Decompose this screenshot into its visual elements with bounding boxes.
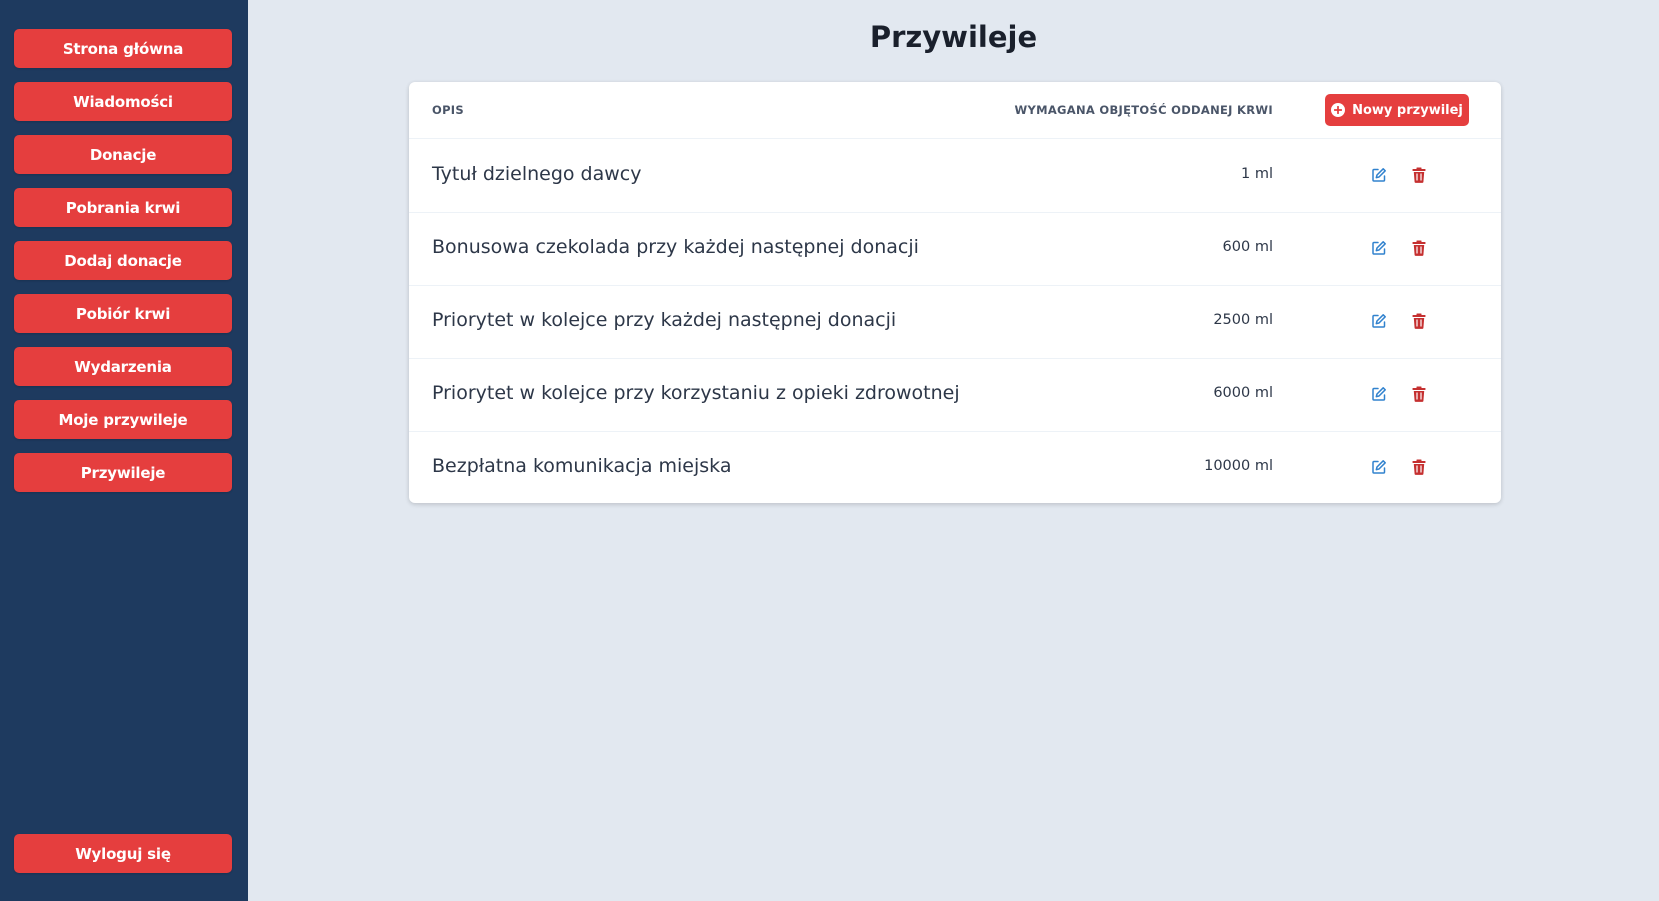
table-row: Priorytet w kolejce przy każdej następne…	[409, 285, 1501, 359]
edit-icon[interactable]	[1369, 311, 1389, 331]
plus-circle-icon	[1331, 103, 1346, 117]
edit-icon[interactable]	[1369, 457, 1389, 477]
nav-item-messages[interactable]: Wiadomości	[14, 82, 232, 121]
privilege-volume: 10000 ml	[1204, 458, 1273, 474]
sidebar: Strona główna Wiadomości Donacje Pobrani…	[0, 0, 248, 901]
table-header: OPIS WYMAGANA OBJĘTOŚĆ ODDANEJ KRWI Nowy…	[409, 82, 1501, 139]
privilege-volume: 1 ml	[1241, 166, 1273, 182]
column-header-volume: WYMAGANA OBJĘTOŚĆ ODDANEJ KRWI	[1014, 103, 1273, 117]
nav-item-add-donation[interactable]: Dodaj donacje	[14, 241, 232, 280]
column-header-description: OPIS	[432, 103, 464, 117]
nav-item-blood-draw[interactable]: Pobiór krwi	[14, 294, 232, 333]
privilege-description: Priorytet w kolejce przy każdej następne…	[432, 309, 897, 331]
privilege-description: Tytuł dzielnego dawcy	[432, 163, 642, 185]
nav-item-home[interactable]: Strona główna	[14, 29, 232, 68]
logout-button[interactable]: Wyloguj się	[14, 834, 232, 873]
nav-item-privileges[interactable]: Przywileje	[14, 453, 232, 492]
new-privilege-button[interactable]: Nowy przywilej	[1325, 94, 1469, 126]
privilege-description: Priorytet w kolejce przy korzystaniu z o…	[432, 382, 960, 404]
privilege-volume: 6000 ml	[1213, 385, 1273, 401]
app: Strona główna Wiadomości Donacje Pobrani…	[0, 0, 1659, 901]
edit-icon[interactable]	[1369, 238, 1389, 258]
trash-icon[interactable]	[1409, 165, 1429, 185]
privilege-description: Bezpłatna komunikacja miejska	[432, 455, 732, 477]
nav-item-blood-draws[interactable]: Pobrania krwi	[14, 188, 232, 227]
nav-item-my-privileges[interactable]: Moje przywileje	[14, 400, 232, 439]
table-row: Bonusowa czekolada przy każdej następnej…	[409, 212, 1501, 286]
privilege-description: Bonusowa czekolada przy każdej następnej…	[432, 236, 919, 258]
privilege-volume: 600 ml	[1222, 239, 1273, 255]
new-privilege-label: Nowy przywilej	[1352, 102, 1463, 118]
table-row: Priorytet w kolejce przy korzystaniu z o…	[409, 358, 1501, 432]
nav-item-events[interactable]: Wydarzenia	[14, 347, 232, 386]
main-content: Przywileje OPIS WYMAGANA OBJĘTOŚĆ ODDANE…	[248, 0, 1659, 901]
edit-icon[interactable]	[1369, 165, 1389, 185]
trash-icon[interactable]	[1409, 238, 1429, 258]
edit-icon[interactable]	[1369, 384, 1389, 404]
privileges-table: OPIS WYMAGANA OBJĘTOŚĆ ODDANEJ KRWI Nowy…	[409, 82, 1501, 503]
nav-item-donations[interactable]: Donacje	[14, 135, 232, 174]
trash-icon[interactable]	[1409, 311, 1429, 331]
privilege-volume: 2500 ml	[1213, 312, 1273, 328]
table-row: Tytuł dzielnego dawcy 1 ml	[409, 139, 1501, 213]
page-title: Przywileje	[869, 20, 1038, 54]
trash-icon[interactable]	[1409, 384, 1429, 404]
table-row: Bezpłatna komunikacja miejska 10000 ml	[409, 431, 1501, 503]
trash-icon[interactable]	[1409, 457, 1429, 477]
